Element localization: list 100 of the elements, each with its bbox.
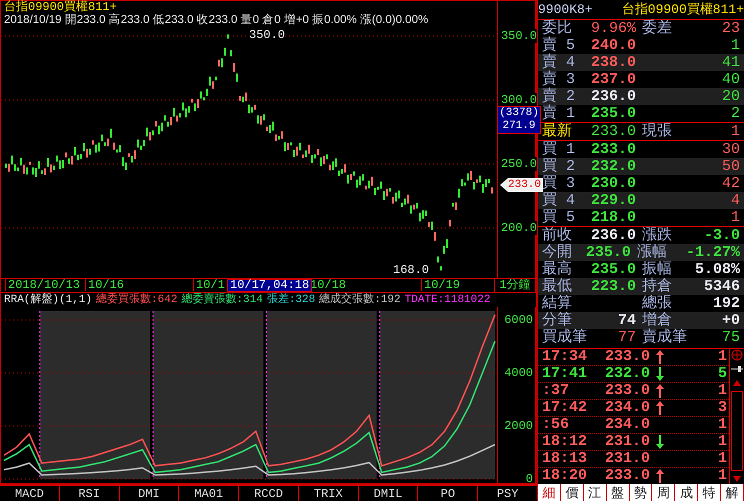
time-axis-label: 2018/10/13 (5, 279, 80, 292)
stat-label: 漲幅 (636, 244, 668, 261)
time-axis-label: 10/19 (421, 279, 460, 292)
trade-time: 18:12 (542, 433, 588, 450)
ratio-value: 9.96% (590, 20, 636, 37)
ask-level-label: 賣 3 (542, 71, 576, 88)
ask-level-label: 賣 5 (542, 37, 576, 54)
trade-price: 233.0 (604, 383, 650, 399)
contract-title: 台指09900買權811+ (622, 1, 744, 19)
indicator-legend: 總委買張數:642 (96, 293, 178, 307)
stat-label: 最高 (542, 261, 573, 278)
diff-label: 委差 (641, 20, 673, 37)
ohlc-info: 2018/10/19 開233.0 高233.0 低233.0 收233.0 量0 倉0 增+0 振0.00% 漲(0.0)0.00% (4, 14, 428, 27)
stat-value: 5346 (704, 278, 740, 295)
bid-quantity: 1 (730, 209, 740, 226)
indicator-legend: 總成交張數:192 (319, 293, 401, 307)
bid-price: 233.0 (590, 141, 636, 158)
crosshair-icon[interactable] (731, 349, 743, 361)
last-price-tag: 233.0 (500, 178, 544, 192)
bid-level-label: 買 3 (542, 175, 576, 192)
volume-value: 1 (730, 123, 740, 140)
indicator-legend: TDATE:1181022 (404, 293, 490, 307)
trade-price: 231.0 (604, 451, 650, 467)
trade-price: 234.0 (604, 400, 650, 416)
bid-price: 230.0 (590, 175, 636, 192)
diff-value: 23 (720, 20, 740, 37)
indicator-axis-label: 4000 (504, 367, 533, 379)
trade-time: :56 (542, 416, 570, 433)
trade-quantity: 1 (716, 383, 728, 399)
stat-label: 最低 (542, 278, 573, 295)
trade-time: 17:41 (542, 365, 588, 382)
price-axis-label: 350.0 (500, 29, 537, 43)
up-arrow-icon (656, 384, 664, 398)
ask-price: 238.0 (590, 54, 636, 71)
ask-level-label: 賣 2 (542, 88, 576, 105)
ask-price: 236.0 (590, 88, 636, 105)
last-label: 最新 (542, 123, 573, 140)
bid-level-label: 買 5 (542, 209, 576, 226)
trade-quantity: 1 (716, 434, 728, 450)
cursor-count: (3378) (499, 107, 539, 120)
indicator-legend: 總委賣張數:314 (181, 293, 263, 307)
ask-level-label: 賣 4 (542, 54, 576, 71)
indicator-axis-label: 0 (526, 473, 533, 485)
trade-price: 231.0 (604, 434, 650, 450)
low-price-label: 168.0 (393, 263, 430, 277)
pin-icon[interactable] (731, 363, 743, 375)
trade-quantity: 1 (716, 349, 728, 365)
stat-value: 236.0 (590, 227, 636, 244)
trade-time: 17:42 (542, 399, 588, 416)
buy-count: 77 (616, 329, 636, 346)
price-axis-label: 250.0 (500, 157, 537, 171)
stat-value: 74 (618, 312, 636, 329)
stat-label: 增倉 (641, 312, 672, 329)
up-arrow-icon (656, 401, 664, 415)
trade-price: 232.0 (604, 366, 650, 382)
sell-count-label: 賣成筆 (641, 329, 688, 346)
bid-price: 229.0 (590, 192, 636, 209)
up-arrow-icon (656, 350, 664, 364)
stat-label: 結算 (542, 295, 573, 312)
trade-time: 18:13 (542, 450, 588, 467)
trade-quantity: 1 (716, 468, 728, 484)
stat-value: 235.0 (586, 244, 631, 261)
last-price: 233.0 (590, 123, 636, 140)
bid-level-label: 買 1 (542, 141, 576, 158)
bid-quantity: 50 (720, 158, 740, 175)
price-axis-label: 300.0 (500, 93, 537, 107)
cursor-time-label: 10/17,04:18 (227, 279, 312, 292)
stat-value: 235.0 (590, 261, 636, 278)
scrollbar[interactable] (729, 349, 744, 485)
bid-level-label: 買 4 (542, 192, 576, 209)
stat-value: -1.27% (686, 244, 740, 261)
stat-label: 今開 (542, 244, 573, 261)
ratio-label: 委比 (542, 20, 573, 37)
stat-value: 5.08% (694, 261, 740, 278)
ask-quantity: 41 (720, 54, 740, 71)
stat-value: -3.0 (704, 227, 740, 244)
stat-label: 分筆 (542, 312, 572, 329)
trade-quantity: 3 (716, 400, 728, 416)
bid-quantity: 30 (720, 141, 740, 158)
stat-label: 漲跌 (641, 227, 673, 244)
down-arrow-icon (656, 367, 664, 381)
cursor-price: 271.9 (502, 120, 536, 133)
up-arrow-icon (656, 469, 664, 483)
stat-label: 振幅 (641, 261, 673, 278)
ask-quantity: 1 (730, 37, 740, 54)
indicator-legend: 張差:328 (266, 293, 316, 307)
trade-quantity: 1 (716, 417, 728, 433)
ask-price: 237.0 (590, 71, 636, 88)
indicator-axis-label: 6000 (504, 314, 533, 326)
trade-quantity: 1 (716, 451, 728, 467)
bid-level-label: 買 2 (542, 158, 576, 175)
bid-price: 232.0 (590, 158, 636, 175)
trade-quantity: 5 (716, 366, 728, 382)
bid-quantity: 42 (720, 175, 740, 192)
indicator-axis-label: 2000 (504, 420, 533, 432)
trade-price: 233.0 (604, 349, 650, 365)
stat-label: 前收 (542, 227, 573, 244)
trade-time: :37 (542, 382, 570, 399)
chart-title: 台指09900買權811+ (4, 1, 117, 14)
indicator-name: RRA(解盤)(1,1) (4, 293, 92, 307)
